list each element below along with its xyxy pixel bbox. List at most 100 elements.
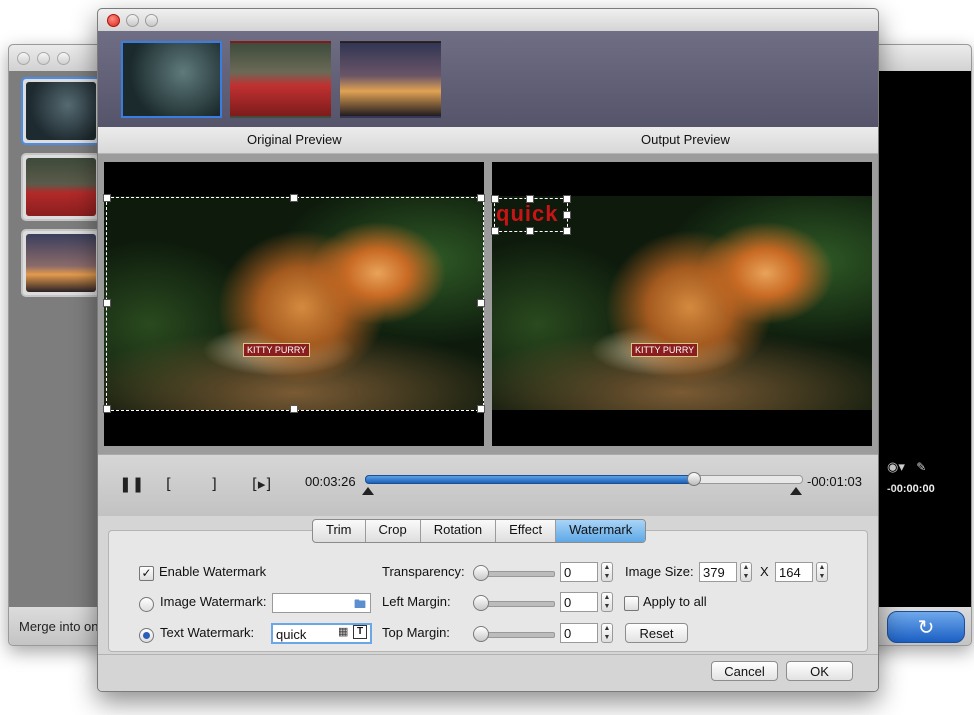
preview-headers: Original Preview Output Preview xyxy=(98,127,878,154)
transparency-slider-knob[interactable] xyxy=(473,565,489,581)
watermark-text: quick xyxy=(496,201,559,226)
playback-bar: ❚❚ [ ] [▸] 00:03:26 -00:01:03 xyxy=(98,454,878,517)
image-size-label: Image Size: xyxy=(625,564,694,579)
clip-thumbnail-2[interactable] xyxy=(230,41,331,118)
clip-thumbnail-3[interactable] xyxy=(340,41,441,118)
mark-in-icon[interactable]: [ xyxy=(166,475,172,493)
background-preview: ◉▾ ✎ -00:00:00 xyxy=(879,71,971,607)
image-watermark-radio[interactable] xyxy=(139,597,154,612)
image-width-stepper[interactable]: ▲ ▼ xyxy=(740,562,752,582)
image-height-input[interactable]: 164 xyxy=(775,562,813,582)
original-preview: KITTY PURRY xyxy=(103,162,485,446)
left-margin-label: Left Margin: xyxy=(382,594,451,609)
transparency-stepper[interactable]: ▲ ▼ xyxy=(601,562,613,582)
pause-icon[interactable]: ❚❚ xyxy=(119,475,144,493)
watermark-handle[interactable] xyxy=(526,195,534,203)
watermark-handle[interactable] xyxy=(491,195,499,203)
image-watermark-label[interactable]: Image Watermark: xyxy=(160,594,266,609)
tab-trim[interactable]: Trim xyxy=(313,520,366,542)
collar-badge: KITTY PURRY xyxy=(631,343,699,357)
file-thumb-3[interactable] xyxy=(21,229,101,297)
cancel-button[interactable]: Cancel xyxy=(711,661,778,681)
enable-watermark-checkbox[interactable]: ✓ xyxy=(139,566,154,581)
watermark-handle[interactable] xyxy=(563,211,571,219)
convert-icon: ↻ xyxy=(917,616,935,639)
watermark-handle[interactable] xyxy=(526,227,534,235)
left-margin-input[interactable]: 0 xyxy=(560,592,598,612)
checkmark-icon: ✓ xyxy=(141,566,152,580)
watermark-handle[interactable] xyxy=(563,227,571,235)
edit-tabs: Trim Crop Rotation Effect Watermark xyxy=(312,519,647,543)
start-marker[interactable] xyxy=(362,487,374,495)
size-separator: X xyxy=(760,564,769,579)
snapshot-controls: ◉▾ ✎ -00:00:00 xyxy=(887,459,957,495)
top-margin-label: Top Margin: xyxy=(382,625,450,640)
top-margin-slider-knob[interactable] xyxy=(473,626,489,642)
reset-button[interactable]: Reset xyxy=(625,623,688,643)
edit-icon[interactable]: ✎ xyxy=(916,460,926,474)
apply-to-all-checkbox[interactable] xyxy=(624,596,639,611)
current-time: 00:03:26 xyxy=(305,474,356,489)
close-icon[interactable] xyxy=(17,52,30,65)
convert-button[interactable]: ↻ xyxy=(887,611,965,643)
image-width-input[interactable]: 379 xyxy=(699,562,737,582)
text-icon[interactable]: T xyxy=(353,625,367,639)
text-watermark-radio[interactable] xyxy=(139,628,154,643)
ok-button[interactable]: OK xyxy=(786,661,853,681)
radio-selected-dot xyxy=(143,632,150,639)
crop-selection[interactable] xyxy=(106,197,484,411)
zoom-icon[interactable] xyxy=(57,52,70,65)
text-watermark-label[interactable]: Text Watermark: xyxy=(160,625,254,640)
dialog-titlebar xyxy=(98,9,878,32)
camera-icon[interactable]: ◉▾ xyxy=(887,459,905,474)
watermark-handle[interactable] xyxy=(491,227,499,235)
timeline-playhead[interactable] xyxy=(687,472,701,486)
crop-handle[interactable] xyxy=(103,194,111,202)
left-margin-slider-knob[interactable] xyxy=(473,595,489,611)
file-thumb-1[interactable] xyxy=(21,77,101,145)
crop-handle[interactable] xyxy=(477,405,485,413)
folder-icon[interactable]: 🖿 xyxy=(354,595,366,616)
background-timecode: -00:00:00 xyxy=(887,483,935,495)
minimize-icon[interactable] xyxy=(37,52,50,65)
image-height-stepper[interactable]: ▲ ▼ xyxy=(816,562,828,582)
crop-handle[interactable] xyxy=(477,194,485,202)
transparency-label: Transparency: xyxy=(382,564,465,579)
crop-handle[interactable] xyxy=(103,299,111,307)
tab-effect[interactable]: Effect xyxy=(496,520,557,542)
top-margin-stepper[interactable]: ▲ ▼ xyxy=(601,623,613,643)
left-margin-stepper[interactable]: ▲ ▼ xyxy=(601,592,613,612)
file-thumb-2[interactable] xyxy=(21,153,101,221)
crop-handle[interactable] xyxy=(290,405,298,413)
tab-watermark[interactable]: Watermark xyxy=(556,520,646,542)
transparency-input[interactable]: 0 xyxy=(560,562,598,582)
preview-area: KITTY PURRY KITTY PURRY quick xyxy=(98,154,878,454)
minimize-icon[interactable] xyxy=(126,14,139,27)
zoom-icon[interactable] xyxy=(145,14,158,27)
crop-handle[interactable] xyxy=(103,405,111,413)
apply-to-all-label[interactable]: Apply to all xyxy=(643,594,707,609)
enable-watermark-label[interactable]: Enable Watermark xyxy=(159,564,266,579)
mark-out-icon[interactable]: ] xyxy=(211,475,217,493)
crop-handle[interactable] xyxy=(290,194,298,202)
merge-label[interactable]: Merge into on xyxy=(19,619,99,634)
output-preview-label: Output Preview xyxy=(641,132,730,147)
grid-icon[interactable]: ▦ xyxy=(338,625,348,638)
timeline-progress xyxy=(365,475,696,484)
clip-thumbnail-1[interactable] xyxy=(121,41,222,118)
clip-strip xyxy=(98,31,878,127)
output-preview: KITTY PURRY quick xyxy=(491,162,872,446)
original-preview-label: Original Preview xyxy=(247,132,342,147)
crop-handle[interactable] xyxy=(477,299,485,307)
edit-dialog: Original Preview Output Preview KITTY PU… xyxy=(97,8,879,692)
tab-crop[interactable]: Crop xyxy=(366,520,421,542)
play-segment-icon[interactable]: [▸] xyxy=(252,475,271,493)
file-list xyxy=(9,71,101,607)
watermark-settings: ✓ Enable Watermark Transparency: 0 ▲ ▼ Im… xyxy=(108,530,868,652)
remaining-time: -00:01:03 xyxy=(807,474,862,489)
top-margin-input[interactable]: 0 xyxy=(560,623,598,643)
close-icon[interactable] xyxy=(107,14,120,27)
tab-rotation[interactable]: Rotation xyxy=(421,520,497,542)
watermark-handle[interactable] xyxy=(563,195,571,203)
end-marker[interactable] xyxy=(790,487,802,495)
